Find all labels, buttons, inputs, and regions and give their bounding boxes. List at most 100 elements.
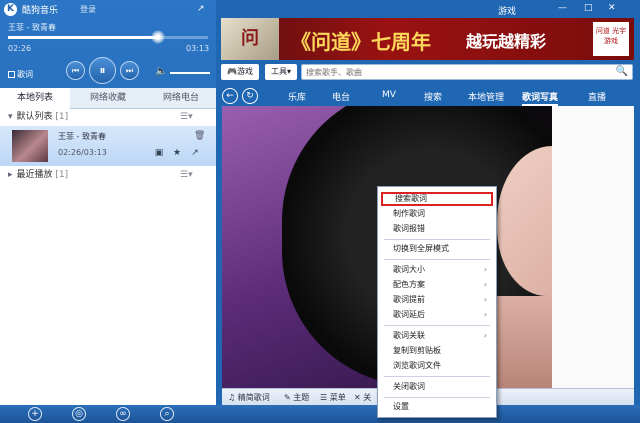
- volume-icon[interactable]: 🔈: [155, 66, 167, 77]
- time-total: 03:13: [186, 44, 210, 53]
- gamepad-icon: 🎮: [227, 67, 237, 76]
- list-item[interactable]: 王菲 - 致青春 02:26/03:13 🗑 ▣ ★ ↗: [0, 126, 216, 166]
- left-tabs: 本地列表 网络收藏 网络电台: [0, 88, 216, 109]
- tab-net-favorites[interactable]: 网络收藏: [72, 88, 144, 109]
- menu-item-browse-lyric-file[interactable]: 浏览歌词文件: [381, 359, 493, 373]
- close-button[interactable]: ✕: [608, 3, 616, 13]
- search-icon[interactable]: 🔍: [616, 66, 628, 77]
- pause-button[interactable]: ⏸: [89, 57, 116, 84]
- menu-item-report-lyric[interactable]: 歌词报错: [381, 222, 493, 236]
- bottom-toolbar-left: + ◎ ∞ ⌕: [0, 405, 216, 423]
- mv-icon[interactable]: ▣: [154, 148, 164, 158]
- nav-item-mv[interactable]: MV: [382, 90, 396, 100]
- menu-item-lyric-link[interactable]: 歌词关联 ›: [381, 329, 493, 343]
- game-link[interactable]: 游戏: [498, 4, 516, 17]
- photo-right-area: [552, 106, 634, 388]
- nav-item-lyric-photo[interactable]: 歌词写真: [522, 90, 559, 106]
- context-menu: 搜索歌词 制作歌词 歌词报错 切换到全屏模式 歌词大小 › 配色方案 › 歌词提前 ›…: [377, 186, 497, 418]
- logo-icon: K: [4, 3, 17, 16]
- menu-button[interactable]: ☰ 菜单: [320, 392, 346, 403]
- loop-icon[interactable]: ∞: [116, 407, 130, 421]
- menu-item-copy-clipboard[interactable]: 复制到剪贴板: [381, 344, 493, 358]
- group-menu-icon[interactable]: ☰▾: [180, 109, 193, 125]
- collapsed-arrow-icon: ▸: [8, 170, 13, 180]
- back-icon[interactable]: ←: [222, 88, 238, 104]
- progress-fill: [8, 36, 158, 39]
- lyric-toggle-checkbox[interactable]: 歌词: [8, 69, 33, 80]
- close-lyric-button[interactable]: ✕ 关: [354, 392, 371, 403]
- app-title: 酷狗音乐: [22, 6, 59, 16]
- tools-button[interactable]: 工具▾: [265, 64, 297, 80]
- menu-item-lyric-size[interactable]: 歌词大小 ›: [381, 263, 493, 277]
- menu-separator: [384, 325, 490, 326]
- tab-net-radio[interactable]: 网络电台: [146, 88, 216, 109]
- menu-item-label: 切换到全屏模式: [393, 244, 449, 253]
- group-default[interactable]: ▾ 默认列表 [1] ☰▾: [0, 109, 216, 125]
- menu-separator: [384, 239, 490, 240]
- nav-item-radio[interactable]: 电台: [332, 90, 350, 103]
- favorite-icon[interactable]: ★: [172, 148, 182, 158]
- prev-button[interactable]: ⏮: [66, 61, 85, 80]
- menu-separator: [384, 376, 490, 377]
- menu-item-label: 歌词提前: [393, 295, 425, 304]
- menu-item-label: 复制到剪贴板: [393, 346, 441, 355]
- search-list-icon[interactable]: ⌕: [160, 407, 174, 421]
- menu-item-make-lyric[interactable]: 制作歌词: [381, 207, 493, 221]
- banner-art: 问: [221, 18, 279, 60]
- search-box: 🔍: [301, 64, 633, 80]
- song-time: 02:26/03:13: [58, 148, 107, 157]
- progress-thumb[interactable]: [151, 30, 165, 44]
- refresh-icon[interactable]: ↻: [242, 88, 258, 104]
- group-default-count: [1]: [55, 112, 69, 122]
- game-button[interactable]: 🎮游戏: [221, 64, 259, 80]
- menu-item-fullscreen[interactable]: 切换到全屏模式: [381, 242, 493, 256]
- submenu-arrow-icon: ›: [483, 331, 487, 340]
- playlist: ▾ 默认列表 [1] ☰▾ 王菲 - 致青春 02:26/03:13 🗑 ▣ ★ …: [0, 109, 216, 405]
- compact-lyric-button[interactable]: ♫ 精简歌词: [228, 392, 270, 403]
- banner-badge: 问道 光宇游戏: [593, 22, 629, 56]
- delete-icon[interactable]: 🗑: [194, 131, 205, 141]
- time-current: 02:26: [8, 44, 32, 53]
- game-button-label: 游戏: [236, 67, 253, 76]
- group-menu-icon[interactable]: ☰▾: [180, 167, 193, 183]
- ad-banner[interactable]: 问 《问道》七周年 越玩越精彩 问道 光宇游戏: [221, 18, 634, 60]
- nav-item-live[interactable]: 直播: [588, 90, 606, 103]
- tab-local-list[interactable]: 本地列表: [0, 88, 70, 109]
- maximize-button[interactable]: □: [584, 3, 593, 13]
- menu-item-label: 制作歌词: [393, 209, 425, 218]
- expanded-arrow-icon: ▾: [8, 112, 13, 122]
- login-link[interactable]: 登录: [80, 4, 96, 15]
- menu-item-label: 歌词关联: [393, 331, 425, 340]
- nav-item-local-manage[interactable]: 本地管理: [468, 90, 504, 103]
- share-icon[interactable]: ↗: [197, 4, 208, 14]
- menu-item-settings[interactable]: 设置: [381, 400, 493, 414]
- album-cover: [12, 130, 48, 162]
- menu-item-label: 关闭歌词: [393, 382, 425, 391]
- search-input[interactable]: [302, 65, 602, 79]
- locate-icon[interactable]: ◎: [72, 407, 86, 421]
- menu-item-search-lyric[interactable]: 搜索歌词: [381, 192, 493, 206]
- menu-item-color-scheme[interactable]: 配色方案 ›: [381, 278, 493, 292]
- add-icon[interactable]: +: [28, 407, 42, 421]
- theme-button[interactable]: ✎ 主题: [284, 392, 309, 403]
- menu-separator: [384, 397, 490, 398]
- progress-bar[interactable]: [8, 30, 208, 44]
- menu-separator: [384, 259, 490, 260]
- song-name: 王菲 - 致青春: [58, 132, 106, 141]
- banner-title: 《问道》七周年: [291, 30, 431, 54]
- nav-item-search[interactable]: 搜索: [424, 90, 442, 103]
- menu-item-label: 歌词报错: [393, 224, 425, 233]
- menu-item-lyric-delay[interactable]: 歌词延后 ›: [381, 308, 493, 322]
- share-song-icon[interactable]: ↗: [190, 148, 200, 158]
- minimize-button[interactable]: —: [558, 3, 567, 13]
- next-button[interactable]: ⏭: [120, 61, 139, 80]
- menu-item-lyric-advance[interactable]: 歌词提前 ›: [381, 293, 493, 307]
- nav-item-library[interactable]: 乐库: [288, 90, 306, 103]
- submenu-arrow-icon: ›: [483, 310, 487, 319]
- main-nav: ← ↻ 乐库 电台 MV 搜索 本地管理 歌词写真 直播: [216, 86, 640, 106]
- menu-item-label: 浏览歌词文件: [393, 361, 441, 370]
- menu-item-close-lyric[interactable]: 关闭歌词: [381, 380, 493, 394]
- group-default-name: 默认列表: [16, 112, 53, 122]
- volume-slider[interactable]: [170, 72, 210, 74]
- group-recent[interactable]: ▸ 最近播放 [1] ☰▾: [0, 167, 216, 183]
